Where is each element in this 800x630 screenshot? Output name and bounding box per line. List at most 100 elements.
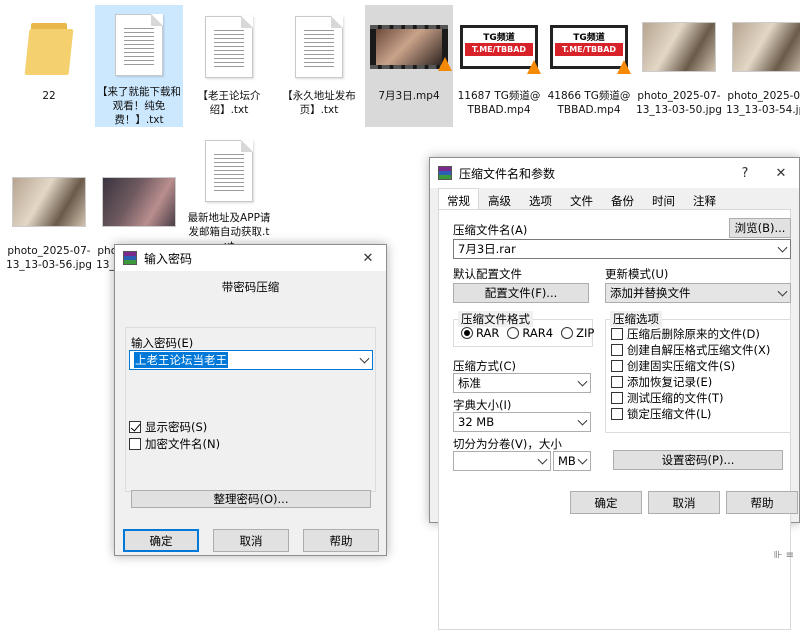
radio-dot	[461, 327, 473, 339]
video-thumbnail-icon	[370, 25, 452, 71]
close-icon[interactable]: ✕	[763, 158, 799, 188]
file-name-label: 【永久地址发布页】.txt	[282, 90, 356, 116]
video-thumbnail-icon: TG频道 T.ME/TBBAD	[550, 25, 631, 74]
help-button[interactable]: 帮助	[726, 491, 798, 514]
option-label: 创建自解压格式压缩文件(X)	[627, 343, 771, 357]
format-radio-label: ZIP	[576, 326, 595, 340]
option-checkbox[interactable]: 测试压缩的文件(T)	[611, 390, 724, 406]
chevron-down-icon[interactable]	[359, 353, 370, 364]
option-label: 锁定压缩文件(L)	[627, 407, 712, 421]
file-item[interactable]: 最新地址及APP请发邮箱自动获取.txt	[185, 130, 273, 252]
file-item[interactable]: 【老王论坛介绍】.txt	[185, 5, 273, 127]
format-radio-label: RAR	[476, 326, 500, 340]
vlc-cone-icon	[527, 60, 541, 74]
chevron-down-icon	[577, 415, 588, 426]
file-thumbnail	[205, 11, 253, 83]
split-unit-select[interactable]: MB	[553, 451, 591, 471]
dictionary-value: 32 MB	[458, 415, 495, 429]
file-thumbnail	[115, 11, 163, 79]
chevron-down-icon	[577, 454, 588, 465]
chevron-down-icon	[577, 376, 588, 387]
file-item[interactable]: 22	[5, 5, 93, 127]
file-item[interactable]: photo_2025-07-13_13-03-54.jpg	[725, 5, 800, 127]
thumb-text-line1: TG频道	[573, 33, 605, 43]
option-checkbox[interactable]: 创建自解压格式压缩文件(X)	[611, 342, 770, 358]
archive-name-input[interactable]: 7月3日.rar	[453, 239, 791, 259]
format-radio-zip[interactable]: ZIP	[561, 326, 594, 340]
checkbox-box	[611, 392, 623, 404]
file-thumbnail	[370, 11, 452, 83]
profile-button[interactable]: 配置文件(F)...	[453, 283, 589, 303]
method-value: 标准	[458, 376, 481, 390]
password-dialog-titlebar[interactable]: 输入密码 ✕	[115, 245, 386, 271]
browse-button[interactable]: 浏览(B)...	[729, 218, 791, 238]
radio-dot	[561, 327, 574, 339]
cancel-button[interactable]: 取消	[213, 529, 289, 552]
option-label: 测试压缩的文件(T)	[627, 391, 724, 405]
password-heading: 带密码压缩	[221, 280, 280, 294]
split-size-input[interactable]	[453, 451, 551, 471]
help-icon[interactable]: ?	[727, 158, 763, 188]
thumb-text-line2: T.ME/TBBAD	[465, 43, 533, 56]
file-name-label: photo_2025-07-13_13-03-50.jpg	[636, 90, 722, 116]
file-thumbnail	[642, 11, 716, 83]
thumb-text-line1: TG频道	[483, 33, 515, 43]
archive-params-dialog: 压缩文件名和参数 ? ✕ 常规 高级 选项 文件 备份 时间 注释 压缩文件名(…	[429, 157, 800, 630]
organize-passwords-button[interactable]: 整理密码(O)...	[131, 490, 371, 508]
format-radio-rar4[interactable]: RAR4	[507, 326, 553, 340]
method-select[interactable]: 标准	[453, 373, 591, 393]
format-radio-group: RAR RAR4 ZIP	[461, 326, 602, 340]
format-radio-rar[interactable]: RAR	[461, 326, 499, 340]
close-icon[interactable]: ✕	[350, 245, 386, 271]
file-thumbnail	[205, 136, 253, 205]
file-item[interactable]: TG频道 T.ME/TBBAD 11687 TG频道@TBBAD.mp4	[455, 5, 543, 127]
show-password-checkbox[interactable]: 显示密码(S)	[129, 419, 207, 435]
option-checkbox[interactable]: 添加恢复记录(E)	[611, 374, 712, 390]
file-name-label: 22	[42, 90, 56, 102]
image-thumbnail-icon	[732, 22, 800, 72]
option-label: 添加恢复记录(E)	[627, 375, 713, 389]
view-toggle-icons[interactable]: ⊪ ≡	[774, 550, 794, 561]
archive-dialog-titlebar[interactable]: 压缩文件名和参数 ? ✕	[430, 158, 799, 188]
file-name-label: 7月3日.mp4	[378, 90, 440, 102]
update-mode-value: 添加并替换文件	[610, 286, 691, 300]
ok-button[interactable]: 确定	[570, 491, 642, 514]
file-item[interactable]: 【永久地址发布页】.txt	[275, 5, 363, 127]
password-value: 上老王论坛当老王	[134, 352, 228, 368]
option-label: 压缩后删除原来的文件(D)	[627, 327, 760, 341]
option-checkbox[interactable]: 压缩后删除原来的文件(D)	[611, 326, 760, 342]
help-button[interactable]: 帮助	[303, 529, 379, 552]
winrar-icon	[438, 166, 452, 180]
options-group-title: 压缩选项	[610, 311, 662, 327]
text-file-icon	[115, 14, 163, 76]
text-file-icon	[295, 16, 343, 78]
dictionary-label: 字典大小(I)	[453, 398, 512, 412]
file-item[interactable]: TG频道 T.ME/TBBAD 41866 TG频道@TBBAD.mp4	[545, 5, 633, 127]
dictionary-select[interactable]: 32 MB	[453, 412, 591, 432]
file-item[interactable]: photo_2025-07-13_13-03-56.jpg	[5, 160, 93, 282]
option-checkbox[interactable]: 锁定压缩文件(L)	[611, 406, 711, 422]
file-item[interactable]: 7月3日.mp4	[365, 5, 453, 127]
checkbox-box	[611, 408, 623, 420]
archive-name-label: 压缩文件名(A)	[453, 223, 528, 237]
split-unit-value: MB	[558, 454, 576, 468]
show-password-label: 显示密码(S)	[145, 420, 208, 434]
file-thumbnail	[732, 11, 800, 83]
file-name-label: photo_2025-07-13_13-03-56.jpg	[6, 245, 92, 271]
update-mode-select[interactable]: 添加并替换文件	[605, 283, 791, 303]
set-password-button[interactable]: 设置密码(P)...	[613, 450, 783, 470]
file-item[interactable]: 【来了就能下载和观看！纯免费！】.txt	[95, 5, 183, 127]
password-input[interactable]: 上老王论坛当老王	[129, 350, 373, 370]
image-thumbnail-icon	[102, 177, 176, 227]
cancel-button[interactable]: 取消	[648, 491, 720, 514]
option-checkbox[interactable]: 创建固实压缩文件(S)	[611, 358, 735, 374]
file-item[interactable]: photo_2025-07-13_13-03-50.jpg	[635, 5, 723, 127]
encrypt-names-checkbox[interactable]: 加密文件名(N)	[129, 436, 220, 452]
ok-button[interactable]: 确定	[123, 529, 199, 552]
radio-dot	[507, 327, 520, 339]
checkbox-box	[129, 421, 141, 433]
format-radio-label: RAR4	[522, 326, 554, 340]
chevron-down-icon[interactable]	[777, 242, 788, 253]
video-thumbnail-icon: TG频道 T.ME/TBBAD	[460, 25, 541, 74]
file-name-label: 41866 TG频道@TBBAD.mp4	[547, 90, 631, 116]
